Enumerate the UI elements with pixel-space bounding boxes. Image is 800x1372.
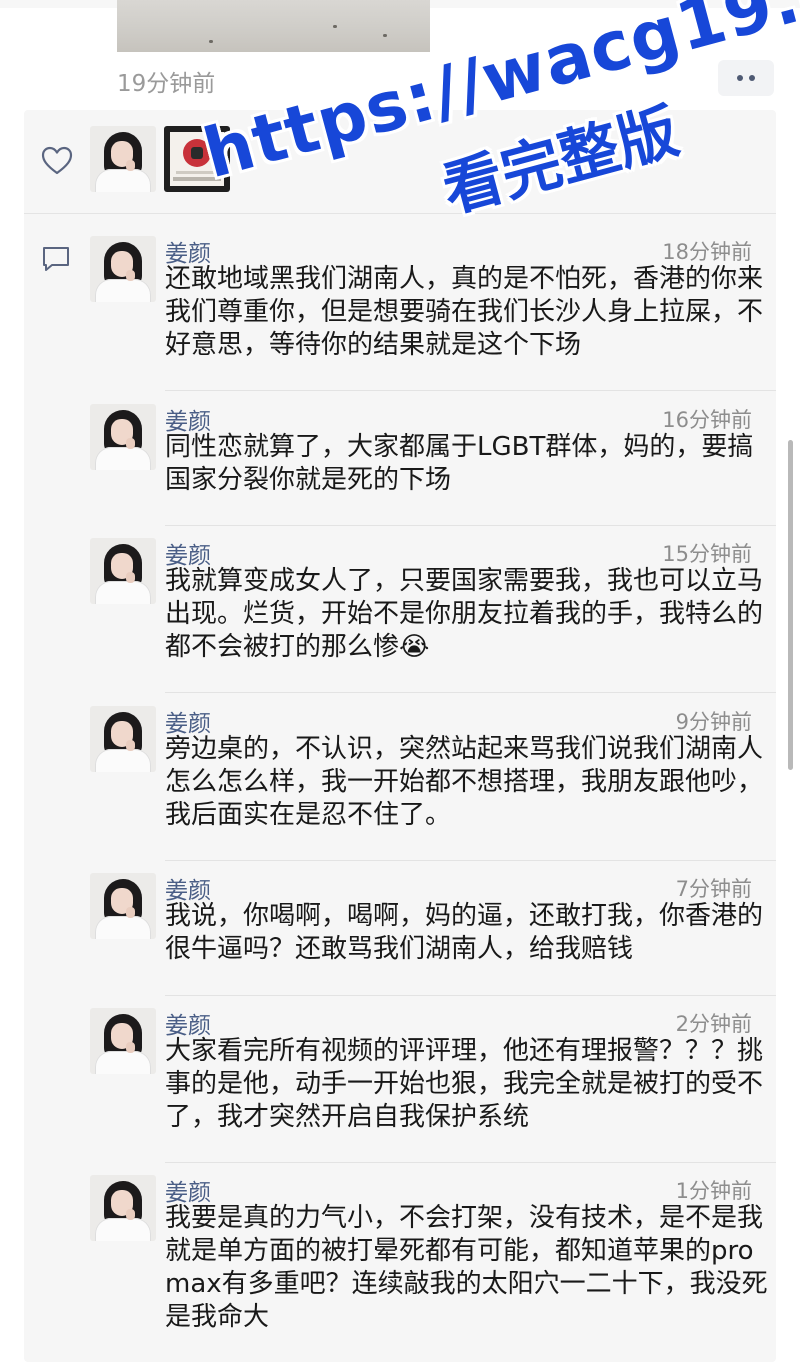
comment-time: 7分钟前: [675, 877, 752, 901]
comment-time: 1分钟前: [675, 1179, 752, 1203]
heart-icon[interactable]: [40, 144, 74, 178]
avatar[interactable]: [90, 538, 156, 604]
comment-text: 还敢地域黑我们湖南人，真的是不怕死，香港的你来我们尊重你，但是想要骑在我们长沙人…: [165, 264, 764, 360]
comment-text: 我要是真的力气小，不会打架，没有技术，是不是我就是单方面的被打晕死都有可能，都知…: [165, 1203, 768, 1332]
comment-text: 同性恋就算了，大家都属于LGBT群体，妈的，要搞国家分裂你就是死的下场: [165, 432, 754, 495]
comment-bubble-icon: [43, 247, 69, 271]
comment-divider: [165, 860, 776, 861]
comment-divider: [165, 525, 776, 526]
avatar[interactable]: [90, 706, 156, 772]
scrollbar[interactable]: [788, 440, 793, 770]
comment-divider: [165, 390, 776, 391]
comment-time: 9分钟前: [675, 710, 752, 734]
comment-text: 旁边桌的，不认识，突然站起来骂我们说我们湖南人怎么怎么样，我一开始都不想搭理，我…: [165, 734, 764, 830]
comment-divider: [165, 692, 776, 693]
avatar[interactable]: [90, 1008, 156, 1074]
post-photo[interactable]: [117, 0, 430, 52]
comment-text: 我就算变成女人了，只要国家需要我，我也可以立马出现。烂货，开始不是你朋友拉着我的…: [165, 566, 764, 662]
avatar[interactable]: [90, 404, 156, 470]
likes-divider: [24, 213, 776, 214]
comment-divider: [165, 995, 776, 996]
comment-time: 18分钟前: [662, 240, 752, 264]
post-time: 19分钟前: [117, 71, 216, 97]
avatar[interactable]: [90, 236, 156, 302]
avatar[interactable]: [90, 873, 156, 939]
comment-time: 2分钟前: [675, 1012, 752, 1036]
comment-text: 大家看完所有视频的评评理，他还有理报警？？？挑事的是他，动手一开始也狠，我完全就…: [165, 1036, 764, 1132]
comment-time: 16分钟前: [662, 408, 752, 432]
more-dots-icon[interactable]: [718, 60, 774, 96]
comment-text: 我说，你喝啊，喝啊，妈的逼，还敢打我，你香港的很牛逼吗？还敢骂我们湖南人，给我赔…: [165, 901, 764, 964]
liker-avatar[interactable]: [90, 126, 156, 192]
avatar[interactable]: [90, 1175, 156, 1241]
comment-divider: [165, 1162, 776, 1163]
comment-time: 15分钟前: [662, 542, 752, 566]
